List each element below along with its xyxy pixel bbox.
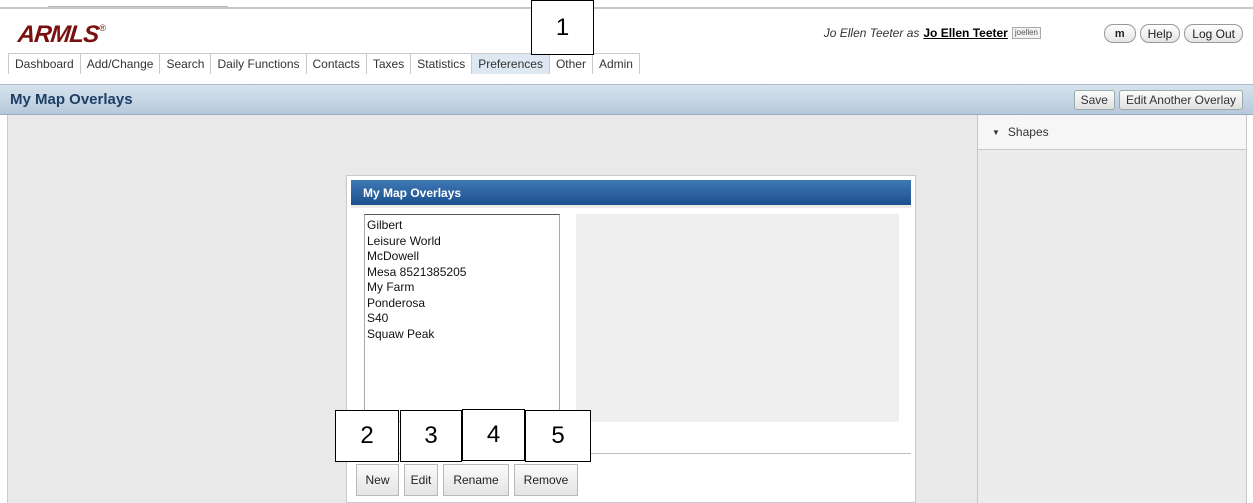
page-title: My Map Overlays: [10, 91, 133, 108]
save-button[interactable]: Save: [1073, 90, 1115, 110]
tab-taxes[interactable]: Taxes: [366, 54, 412, 74]
overlay-preview: [576, 214, 899, 422]
help-button[interactable]: Help: [1139, 24, 1181, 43]
logo-text: ARMLS: [16, 21, 100, 48]
list-item[interactable]: Gilbert: [367, 218, 557, 234]
logout-button[interactable]: Log Out: [1184, 24, 1243, 43]
user-id-badge: joellen: [1011, 27, 1041, 39]
list-item[interactable]: Leisure World: [367, 234, 557, 250]
user-name-link[interactable]: Jo Ellen Teeter: [923, 26, 1007, 40]
rename-button[interactable]: Rename: [443, 464, 509, 496]
callout-2: 2: [335, 410, 399, 462]
new-button[interactable]: New: [356, 464, 399, 496]
page-title-bar: My Map Overlays Save Edit Another Overla…: [0, 84, 1253, 115]
tab-other[interactable]: Other: [549, 54, 593, 74]
tab-dashboard[interactable]: Dashboard: [8, 54, 81, 74]
m-button[interactable]: m: [1103, 24, 1136, 43]
collapse-triangle-icon[interactable]: ▼: [992, 128, 1000, 137]
callout-4: 4: [462, 409, 525, 461]
tab-statistics[interactable]: Statistics: [411, 54, 473, 74]
title-actions: Save Edit Another Overlay: [1073, 90, 1243, 110]
armls-logo[interactable]: ARMLS ®: [16, 21, 106, 50]
edit-button[interactable]: Edit: [404, 464, 438, 496]
tab-preferences[interactable]: Preferences: [472, 54, 550, 74]
shapes-header[interactable]: ▼ Shapes: [978, 115, 1246, 150]
callout-5: 5: [525, 410, 591, 462]
tab-add-change[interactable]: Add/Change: [80, 54, 161, 74]
tab-contacts[interactable]: Contacts: [306, 54, 367, 74]
tab-daily-functions[interactable]: Daily Functions: [211, 54, 307, 74]
user-as-prefix: Jo Ellen Teeter as: [823, 26, 920, 40]
tab-search[interactable]: Search: [160, 54, 212, 74]
dialog-title: My Map Overlays: [351, 180, 911, 208]
list-item[interactable]: Ponderosa: [367, 296, 557, 312]
main-nav: Dashboard Add/Change Search Daily Functi…: [8, 53, 640, 74]
tab-admin[interactable]: Admin: [592, 54, 640, 74]
top-buttons: m Help Log Out: [1103, 24, 1243, 43]
list-item[interactable]: S40: [367, 311, 557, 327]
overlay-list[interactable]: Gilbert Leisure World McDowell Mesa 8521…: [364, 214, 560, 422]
callout-1: 1: [531, 0, 594, 55]
list-item[interactable]: McDowell: [367, 249, 557, 265]
registered-mark: ®: [99, 23, 106, 33]
app-header: ARMLS ® Jo Ellen Teeter as Jo Ellen Teet…: [0, 9, 1253, 53]
dialog-buttons: New Edit Rename Remove: [356, 464, 578, 496]
shapes-label: Shapes: [1007, 125, 1049, 139]
remove-button[interactable]: Remove: [514, 464, 578, 496]
list-item[interactable]: My Farm: [367, 280, 557, 296]
edit-another-overlay-button[interactable]: Edit Another Overlay: [1118, 90, 1243, 110]
list-item[interactable]: Squaw Peak: [367, 327, 557, 343]
list-item[interactable]: Mesa 8521385205: [367, 265, 557, 281]
user-info: Jo Ellen Teeter as Jo Ellen Teeter joell…: [824, 26, 1041, 40]
callout-3: 3: [400, 410, 462, 462]
top-tab-strip: [48, 0, 228, 7]
shapes-panel: ▼ Shapes: [977, 115, 1247, 503]
